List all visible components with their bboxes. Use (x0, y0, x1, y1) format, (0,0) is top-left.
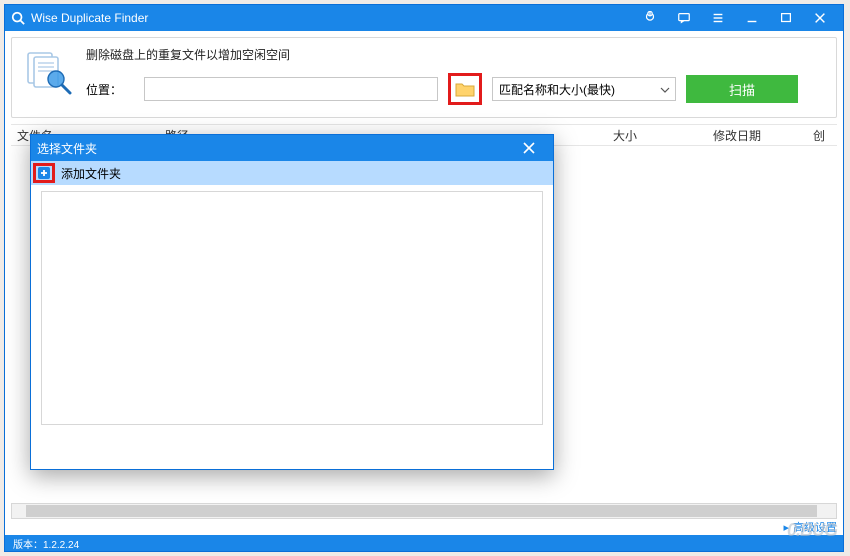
match-mode-select[interactable]: 匹配名称和大小(最快) (492, 77, 676, 101)
browse-folder-button[interactable] (453, 78, 477, 100)
search-panel: 删除磁盘上的重复文件以增加空闲空间 位置： 匹配名称和大小(最快) 扫描 (11, 37, 837, 118)
match-mode-value: 匹配名称和大小(最快) (499, 81, 615, 98)
location-label: 位置： (86, 81, 134, 98)
version-value: 1.2.2.24 (43, 540, 79, 551)
plus-icon[interactable] (37, 166, 51, 180)
col-date[interactable]: 修改日期 (707, 127, 807, 144)
maximize-button[interactable] (769, 5, 803, 31)
select-folder-dialog: 选择文件夹 添加文件夹 OK 取消 (30, 134, 554, 470)
theme-icon[interactable] (633, 5, 667, 31)
add-folder-label: 添加文件夹 (61, 165, 121, 182)
app-icon (11, 11, 25, 25)
add-folder-row[interactable]: 添加文件夹 (31, 161, 553, 185)
browse-highlight (448, 73, 482, 105)
location-input[interactable] (144, 77, 438, 101)
dialog-title: 选择文件夹 (37, 140, 97, 157)
folder-list (41, 191, 543, 425)
app-title: Wise Duplicate Finder (31, 11, 148, 25)
col-size[interactable]: 大小 (607, 127, 707, 144)
dialog-body: 添加文件夹 OK 取消 (31, 161, 553, 469)
dialog-close-button[interactable] (511, 135, 547, 161)
status-bar: 版本：1.2.2.24 (5, 535, 843, 551)
documents-magnifier-icon (22, 51, 76, 100)
feedback-icon[interactable] (667, 5, 701, 31)
dialog-title-bar: 选择文件夹 (31, 135, 553, 161)
col-created[interactable]: 创 (807, 127, 837, 144)
menu-icon[interactable] (701, 5, 735, 31)
horizontal-scrollbar[interactable] (11, 503, 837, 519)
chevron-down-icon (660, 80, 670, 98)
version-label: 版本： (13, 536, 43, 551)
scrollbar-thumb[interactable] (26, 505, 817, 517)
close-button[interactable] (803, 5, 837, 31)
minimize-button[interactable] (735, 5, 769, 31)
advanced-row: ▸ 高级设置 (11, 519, 837, 535)
title-bar: Wise Duplicate Finder (5, 5, 843, 31)
add-folder-highlight (33, 163, 55, 183)
scan-button[interactable]: 扫描 (686, 75, 798, 103)
description-text: 删除磁盘上的重复文件以增加空闲空间 (86, 46, 826, 63)
watermark: 0.BUG (787, 520, 837, 541)
